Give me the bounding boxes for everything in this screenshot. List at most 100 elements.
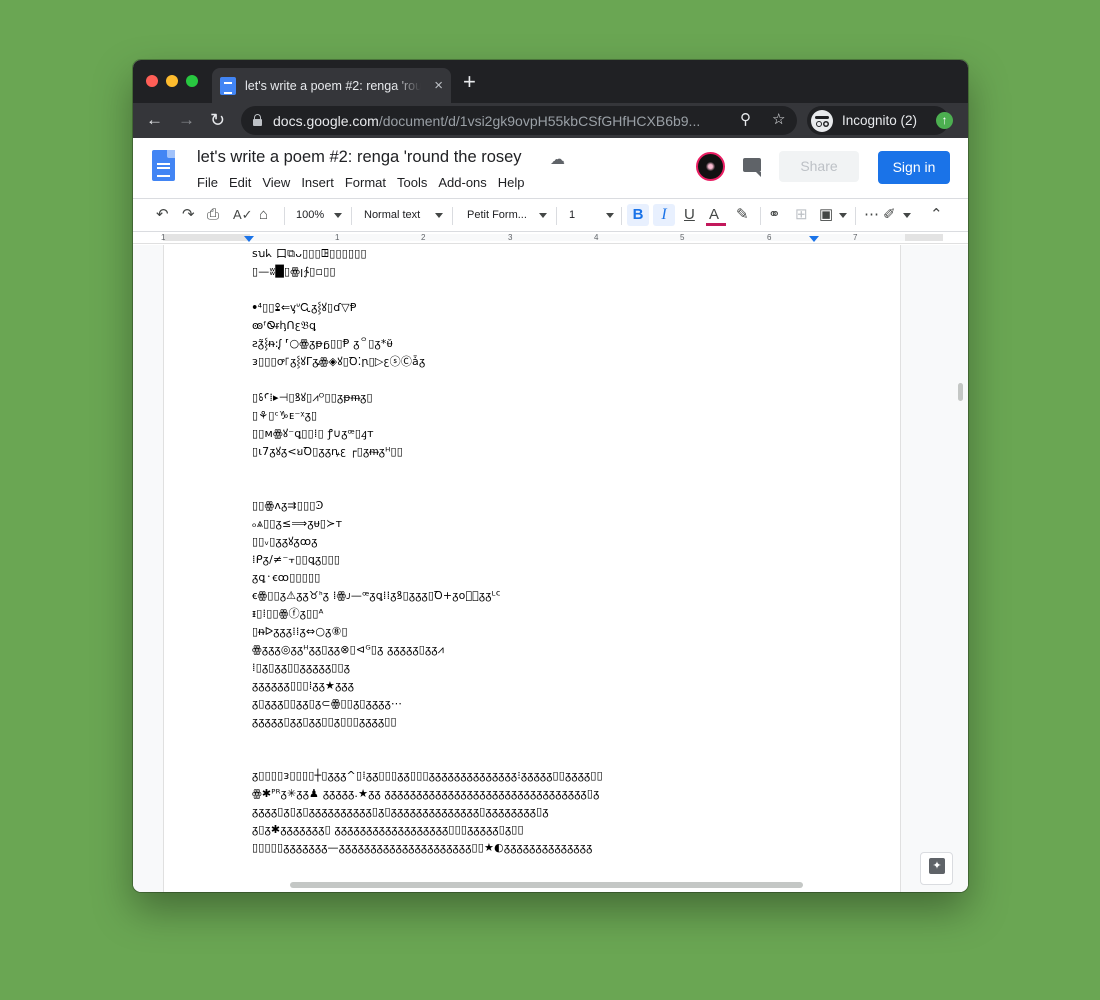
text-color-button[interactable]: A [709,199,719,231]
title-bar: let's write a poem #2: renga 'round the … [133,60,968,103]
browser-tab[interactable]: let's write a poem #2: renga 'round the … [212,68,451,103]
address-bar[interactable]: docs.google.com/document/d/1vsi2gk9ovpH5… [241,106,797,135]
insert-image-icon[interactable]: ▣ [819,199,833,231]
menu-edit[interactable]: Edit [229,175,251,190]
poem-line: ꞓꙮ▯▯ᵹ⚠ᵹᵹ♉ᑋᵹ ⁞ꙮᴊ—ꟹᵹꝗ⁞⁞ᵹꝸ▯ᵹᵹᵹ▯Ꝺ+ᵹᴏᵹ⃝ᵹᵹᴸᑦ [252,589,501,602]
font-select[interactable]: Petit Form... [467,199,527,231]
ruler-number: 1 [335,233,340,242]
image-caret-icon [839,213,847,218]
document-page[interactable]: ꜱꭒᖾ ⼝⧉ᴗ▯▯▯ꖸ▯▯▯▯▯▯ ▯—ʬ█▯ꙮꞁ∱▯▫▯▯ ꔷ⁴▯▯ꔍ⇐ᶌᐡᏩ… [164,245,900,892]
document-title[interactable]: let's write a poem #2: renga 'round the … [197,148,522,167]
redo-icon[interactable]: ↷ [182,199,195,231]
poem-line: ᵹᵹᵹᵹᵹ▯ᵹᵹ▯ᵹᵹ▯▯ᵹ▯▯▯ᵹᵹᵹᵹ▯▯ [252,715,397,728]
italic-button[interactable]: I [653,204,675,226]
poem-line: ₒ⩓▯▯ᵹ≤⟹ᵹᵾ▯≻ᴛ [252,517,343,530]
menu-bar: File Edit View Insert Format Tools Add-o… [197,175,536,190]
menu-addons[interactable]: Add-ons [438,175,486,190]
user-avatar[interactable] [696,152,725,181]
right-indent-marker[interactable] [809,236,819,242]
collapse-toolbar-icon[interactable]: ⌃ [930,199,943,231]
font-caret-icon [539,213,547,218]
zoom-select[interactable]: 100% [296,199,324,231]
comment-icon[interactable] [743,158,761,177]
poem-line: ᵹᵹᵹᵹᵹᵹ▯▯▯⁞ᵹᵹ★ᵹᵹᵹ [252,679,355,692]
poem-line: ▯—ʬ█▯ꙮꞁ∱▯▫▯▯ [252,265,336,278]
poem-line: ⁞ᑭᵹ/≠⁻⫟▯▯ꝗᵹ▯▯▯ [252,553,341,566]
editing-mode-caret-icon [903,213,911,218]
forward-arrow-icon[interactable]: → [178,109,195,131]
explore-icon[interactable] [920,852,953,885]
reload-icon[interactable]: ↻ [210,109,225,131]
zoom-caret-icon [334,213,342,218]
poem-line: ᵹꝗ᛫ꞓꝏ▯▯▯▯▯ [252,571,321,584]
poem-line: ▯ᵰᐅᵹᵹᵹ⁞⁞ᵹ⇔○ᵹ⑧▯ [252,625,348,638]
url-text[interactable]: docs.google.com/document/d/1vsi2gk9ovpH5… [273,113,725,129]
poem-line: ꙮᵹᵹᵹ◎ᵹᵹᴴᵹᵹ▯ᵹᵹ⊗▯⊲ᴳ▯ᵹ ᵹᵹᵹᵹᵹ▯ᵹᵹ⩘ [252,643,445,656]
print-icon[interactable]: ⎙ [207,199,219,231]
menu-file[interactable]: File [197,175,218,190]
text-color-swatch [706,223,726,226]
poem-line: ꔷ⁴▯▯ꔍ⇐ᶌᐡᏩᵹ⸾ꙋ▯ɗ▽Ᵽ [252,301,357,314]
ruler-number: 3 [508,233,513,242]
sign-in-button[interactable]: Sign in [878,151,950,184]
more-icon[interactable]: ⋯ [864,199,879,231]
bold-button[interactable]: B [627,204,649,226]
navigation-bar: ← → ↻ docs.google.com/document/d/1vsi2gk… [133,103,968,138]
poem-line: ▯ꙇ7ᵹꙋᵹ<ꞟꝹ▯ᵹᵹꝴꜫ ┌▯ᵹᵯᵹᵸ▯▯ [252,445,403,458]
tab-close-icon[interactable]: × [434,78,443,93]
menu-view[interactable]: View [262,175,290,190]
poem-line: ꜱꭒᖾ ⼝⧉ᴗ▯▯▯ꖸ▯▯▯▯▯▯ [252,247,367,260]
underline-button[interactable]: U [684,199,695,231]
search-icon[interactable]: ⚲ [740,110,751,128]
share-button[interactable]: Share [779,151,859,182]
docs-header: let's write a poem #2: renga 'round the … [133,138,968,195]
editing-mode-icon[interactable]: ✐ [883,199,896,231]
menu-tools[interactable]: Tools [397,175,427,190]
add-comment-icon[interactable]: ⊞ [795,199,808,231]
ruler-number: 1 [161,233,166,242]
incognito-icon [811,109,833,132]
poem-body[interactable]: ꜱꭒᖾ ⼝⧉ᴗ▯▯▯ꖸ▯▯▯▯▯▯ ▯—ʬ█▯ꙮꞁ∱▯▫▯▯ ꔷ⁴▯▯ꔍ⇐ᶌᐡᏩ… [252,245,812,857]
close-window-button[interactable] [146,75,158,87]
docs-logo-icon[interactable] [152,150,175,181]
ruler-number: 5 [680,233,685,242]
poem-line: ꙅᵹ̃⸾ᵰ꞉ᶘ ⸢○ꙮᵹᵽᵷ▯▯Ᵽ ᵹ꒪▯ᵹ*ᵾ̌ [252,337,393,350]
vertical-scrollbar[interactable] [958,383,963,401]
poem-line: ▯▯ᴍꙮꙋ⁻ꝗ▯▯⁞▯ ꝭ∪ᵹꟹ▯ꜭᴛ [252,427,374,440]
ruler-number: 7 [853,233,858,242]
horizontal-scrollbar[interactable] [290,882,803,888]
poem-line: ᵻ▯⁞▯▯ꙮⓕᵹ▯▯ᴬ [252,607,324,620]
maximize-window-button[interactable] [186,75,198,87]
cloud-saved-icon: ☁ [550,151,565,168]
poem-line: ꙮ✱ᴾᴿᵹ✳ᵹᵹ♟ ᵹᵹᵹᵹᵹ.★ᵹᵹ ᵹᵹᵹᵹᵹᵹᵹᵹᵹᵹᵹᵹᵹᵹᵹᵹᵹᵹᵹᵹ… [252,787,600,800]
incognito-label: Incognito (2) [842,113,918,128]
style-caret-icon [435,213,443,218]
poem-line: ꙭᶠᏫᵲꞕᑎꜫ𝔅ꝗ [252,319,317,332]
incognito-profile-button[interactable]: Incognito (2) [807,106,949,135]
highlight-pen-icon[interactable]: ✎ [736,199,749,231]
menu-insert[interactable]: Insert [301,175,334,190]
poem-line: ᵹ▯▯▯▯ᴈ▯▯▯▯┼▯ᵹᵹᵹ^▯⁞ᵹᵹ▯▯▯ᵹᵹ▯▯▯ᵹᵹᵹᵹᵹᵹᵹᵹᵹᵹᵹᵹ… [252,769,603,782]
menu-format[interactable]: Format [345,175,386,190]
font-size-select[interactable]: 1 [569,199,575,231]
link-icon[interactable]: ⚭ [768,199,781,231]
style-select[interactable]: Normal text [364,199,420,231]
spellcheck-icon[interactable]: A✓ [233,199,253,231]
menu-help[interactable]: Help [498,175,525,190]
poem-line: ⁞▯ᵹ▯ᵹᵹ▯▯ᵹᵹᵹᵹᵹ▯▯ᵹ [252,661,351,674]
lock-icon [253,114,262,126]
left-indent-marker[interactable] [244,236,254,242]
bookmark-star-icon[interactable]: ☆ [772,110,785,128]
back-arrow-icon[interactable]: ← [146,109,163,131]
url-path: /document/d/1vsi2gk9ovpH55kbCSfGHfHCXB6b… [378,112,701,129]
ruler-number: 6 [767,233,772,242]
minimize-window-button[interactable] [166,75,178,87]
url-host: docs.google.com [273,112,379,129]
new-tab-button[interactable]: + [463,71,476,93]
paint-format-icon[interactable]: ⌂ [259,199,268,231]
update-icon[interactable]: ↑ [936,112,953,129]
undo-icon[interactable]: ↶ [156,199,169,231]
poem-line: ▯⚘▯ᶜ♑ᴇ⁻ᵡᵹ▯ [252,409,318,422]
font-size-caret-icon [606,213,614,218]
poem-line: ᵹ▯ᵹᵹᵹ▯▯ᵹᵹ▯ᵹ⊂ꙮ▯▯ᵹ▯ᵹᵹᵹᵹ⋯ [252,697,403,710]
